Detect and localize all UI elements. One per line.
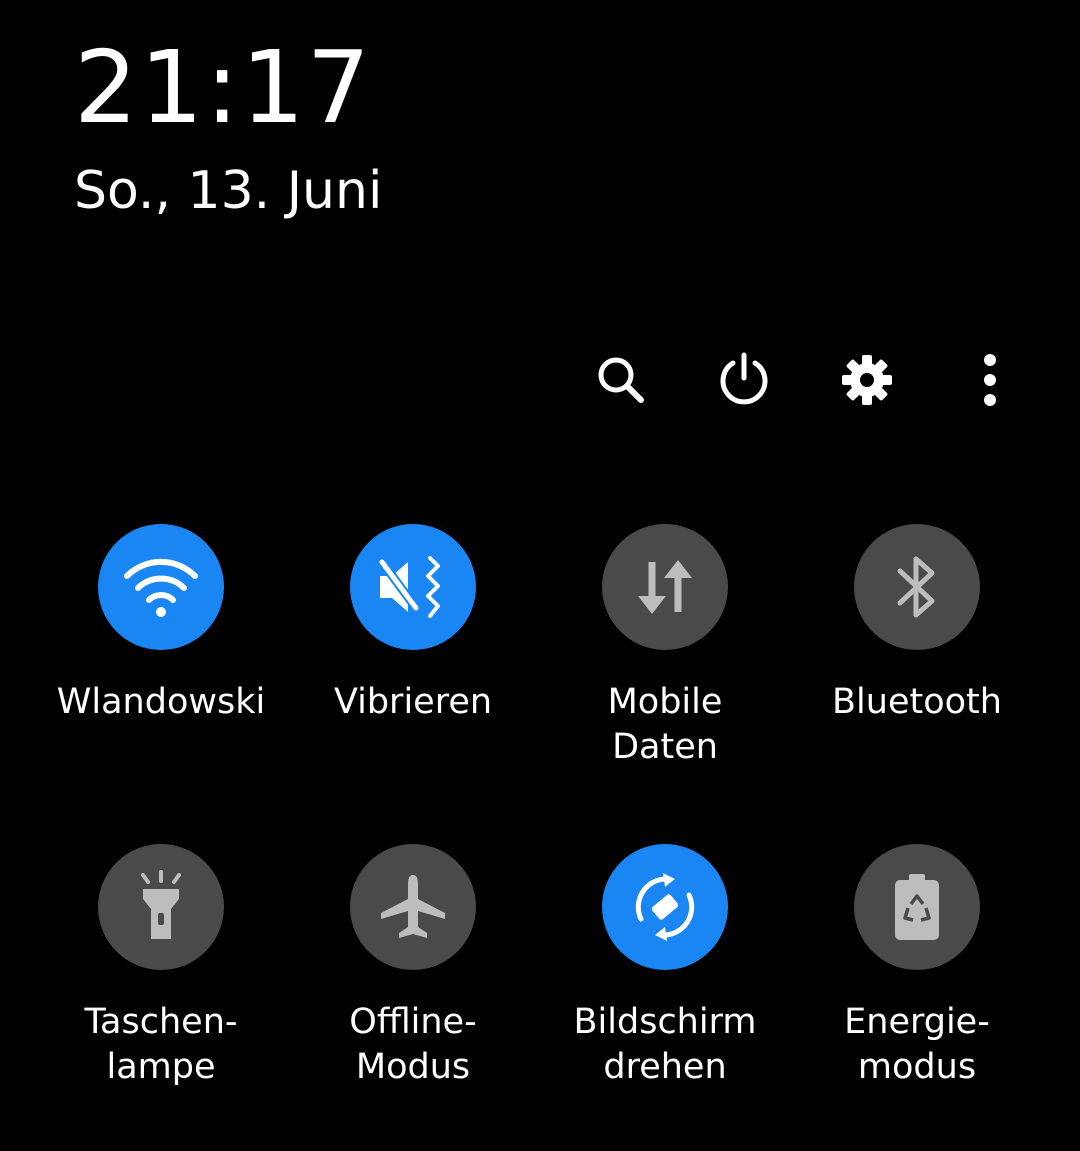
tile-airplane-mode[interactable]: Offline- Modus bbox=[287, 844, 539, 1090]
settings-button[interactable] bbox=[837, 350, 897, 410]
airplane-icon bbox=[381, 875, 445, 938]
tile-wifi[interactable]: Wlandowski bbox=[35, 524, 287, 725]
status-clock: 21:17 bbox=[74, 29, 373, 146]
vibrate-mute-icon bbox=[377, 556, 440, 618]
quick-panel-toolbar bbox=[575, 350, 1045, 410]
tile-power-mode[interactable]: Energie- modus bbox=[791, 844, 1043, 1090]
status-date: So., 13. Juni bbox=[74, 161, 383, 221]
tile-wifi-toggle[interactable] bbox=[98, 524, 224, 650]
tile-sound-mode-label: Vibrieren bbox=[333, 682, 493, 722]
tile-auto-rotate-label: Bildschirm drehen bbox=[573, 1002, 757, 1087]
power-button[interactable] bbox=[714, 350, 774, 410]
gear-icon bbox=[842, 355, 892, 405]
tile-bluetooth[interactable]: Bluetooth bbox=[791, 524, 1043, 725]
more-vertical-icon bbox=[984, 354, 996, 406]
power-icon bbox=[720, 352, 768, 405]
tile-sound-mode[interactable]: Vibrieren bbox=[287, 524, 539, 725]
tile-sound-mode-toggle[interactable] bbox=[350, 524, 476, 650]
tile-bluetooth-label: Bluetooth bbox=[832, 682, 1002, 722]
power-saving-icon bbox=[895, 874, 939, 940]
tile-airplane-mode-toggle[interactable] bbox=[350, 844, 476, 970]
tile-auto-rotate-toggle[interactable] bbox=[602, 844, 728, 970]
flashlight-icon bbox=[141, 870, 181, 939]
wifi-icon bbox=[124, 558, 198, 617]
tile-airplane-mode-label: Offline- Modus bbox=[349, 1002, 477, 1087]
tile-flashlight[interactable]: Taschen- lampe bbox=[35, 844, 287, 1090]
tile-auto-rotate[interactable]: Bildschirm drehen bbox=[539, 844, 791, 1090]
bluetooth-icon bbox=[897, 556, 935, 618]
auto-rotate-icon bbox=[635, 873, 695, 941]
tile-flashlight-label: Taschen- lampe bbox=[84, 1002, 238, 1087]
search-icon bbox=[598, 357, 644, 403]
mobile-data-icon bbox=[638, 560, 692, 614]
tile-flashlight-toggle[interactable] bbox=[98, 844, 224, 970]
tile-mobile-data-toggle[interactable] bbox=[602, 524, 728, 650]
more-options-button[interactable] bbox=[960, 350, 1020, 410]
tile-bluetooth-toggle[interactable] bbox=[854, 524, 980, 650]
tile-mobile-data[interactable]: Mobile Daten bbox=[539, 524, 791, 770]
tile-power-mode-label: Energie- modus bbox=[844, 1002, 990, 1087]
tile-wifi-label: Wlandowski bbox=[56, 682, 266, 722]
tile-mobile-data-label: Mobile Daten bbox=[607, 682, 723, 767]
search-button[interactable] bbox=[591, 350, 651, 410]
tile-power-mode-toggle[interactable] bbox=[854, 844, 980, 970]
